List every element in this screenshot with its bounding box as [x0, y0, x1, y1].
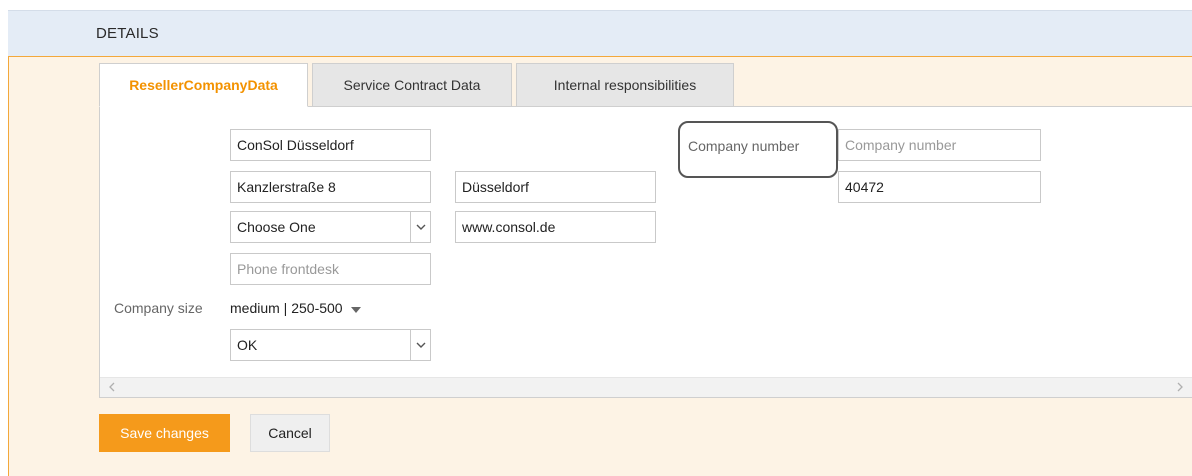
- chevron-right-icon[interactable]: [1177, 379, 1184, 395]
- phone-frontdesk-input[interactable]: Phone frontdesk: [230, 253, 431, 285]
- chevron-down-icon: [410, 212, 430, 242]
- chevron-left-icon[interactable]: [108, 379, 115, 395]
- street-input[interactable]: Kanzlerstraße 8: [230, 171, 431, 203]
- country-select[interactable]: Choose One: [230, 211, 431, 243]
- tab-reseller-company-data[interactable]: ResellerCompanyData: [99, 63, 308, 107]
- tab-bar: ResellerCompanyData Service Contract Dat…: [99, 63, 738, 107]
- company-number-input[interactable]: Company number: [838, 129, 1041, 161]
- tab-content: ConSol Düsseldorf Kanzlerstraße 8 Düssel…: [99, 106, 1192, 398]
- tab-internal-responsibilities[interactable]: Internal responsibilities: [516, 63, 734, 107]
- company-size-dropdown[interactable]: medium | 250-500: [230, 300, 361, 316]
- chevron-down-icon: [410, 330, 430, 360]
- company-size-value: medium | 250-500: [230, 300, 343, 316]
- company-name-input[interactable]: ConSol Düsseldorf: [230, 129, 431, 161]
- caret-down-icon: [350, 304, 361, 316]
- details-header: DETAILS: [8, 10, 1192, 56]
- status-select[interactable]: OK: [230, 329, 431, 361]
- details-panel: ResellerCompanyData Service Contract Dat…: [8, 56, 1192, 476]
- company-size-label: Company size: [114, 300, 203, 316]
- tab-service-contract-data[interactable]: Service Contract Data: [312, 63, 512, 107]
- horizontal-scrollbar[interactable]: [100, 377, 1192, 397]
- country-select-value: Choose One: [237, 219, 316, 235]
- status-select-value: OK: [237, 337, 258, 353]
- company-number-label: Company number: [688, 138, 800, 154]
- details-title: DETAILS: [96, 25, 159, 42]
- city-input[interactable]: Düsseldorf: [455, 171, 656, 203]
- save-changes-button[interactable]: Save changes: [99, 414, 230, 452]
- website-input[interactable]: www.consol.de: [455, 211, 656, 243]
- cancel-button[interactable]: Cancel: [250, 414, 330, 452]
- zip-input[interactable]: 40472: [838, 171, 1041, 203]
